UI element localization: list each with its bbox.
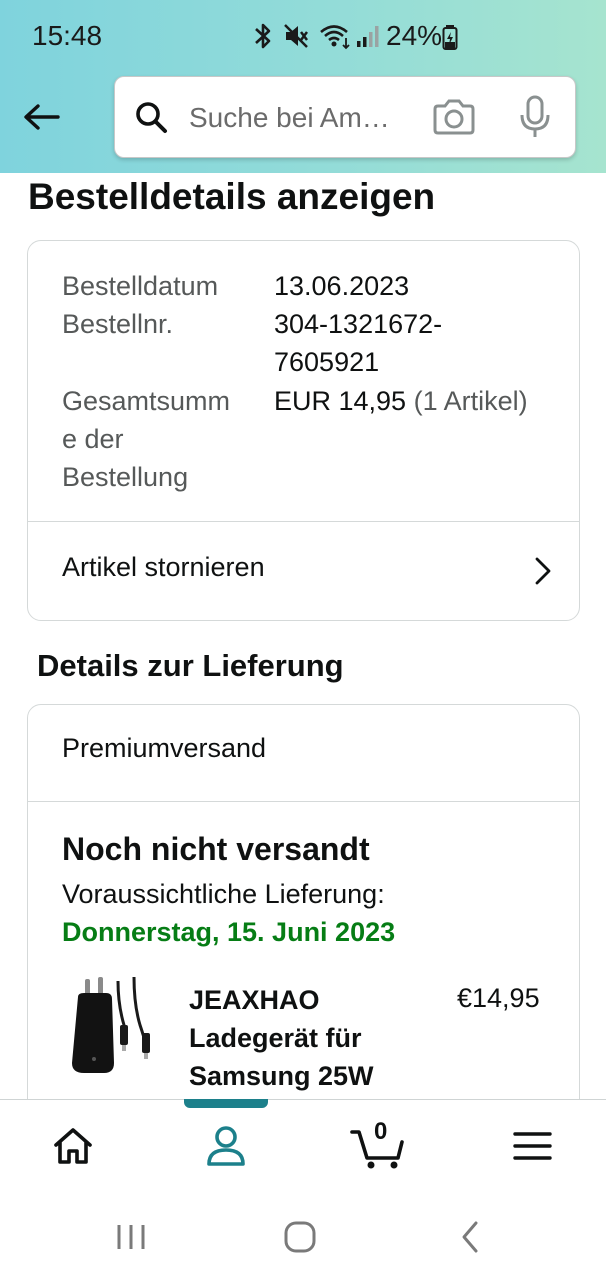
order-number-value-line2: 7605921 [274, 347, 380, 377]
cart-count: 0 [374, 1118, 388, 1145]
product-price: €14,95 [457, 983, 540, 1013]
home-icon [54, 1128, 92, 1164]
cancel-items-label: Artikel stornieren [62, 552, 265, 582]
order-number-value-line1: 304-1321672- [274, 309, 443, 339]
shipment-status: Noch nicht versandt [62, 831, 370, 867]
product-name[interactable]: JEAXHAO Ladegerät für Samsung 25W [189, 981, 419, 1095]
eta-label: Voraussichtliche Lieferung: [62, 879, 385, 909]
status-bar: 15:48 24% [0, 0, 606, 74]
bluetooth-icon [255, 23, 271, 49]
search-icon [136, 102, 167, 133]
active-tab-indicator [184, 1099, 268, 1108]
page-title: Bestelldetails anzeigen [28, 176, 436, 217]
status-icons: 24% [246, 18, 606, 54]
mute-icon [284, 24, 308, 48]
nav-cart[interactable]: 0 [348, 1118, 412, 1172]
order-total-value: EUR 14,95 (1 Artikel) [274, 382, 528, 420]
wifi-icon [320, 25, 350, 50]
nav-account[interactable] [196, 1120, 256, 1172]
system-back-icon[interactable] [452, 1217, 492, 1257]
product-name-line3: Samsung 25W [189, 1061, 374, 1091]
search-input[interactable] [187, 97, 419, 139]
camera-icon[interactable] [431, 97, 477, 137]
battery-icon [442, 25, 458, 50]
order-number-label: Bestellnr. [62, 309, 174, 339]
menu-icon [513, 1132, 552, 1160]
delivery-card: Premiumversand Noch nicht versandt Vorau… [27, 704, 580, 1126]
system-navigation-bar [0, 1191, 606, 1280]
order-total-items: (1 Artikel) [413, 386, 528, 416]
chevron-right-icon [535, 557, 551, 585]
account-icon [207, 1126, 245, 1166]
product-name-line2: Ladegerät für [189, 1023, 362, 1053]
search-bar[interactable] [114, 76, 576, 158]
order-date-label: Bestelldatum [62, 271, 219, 301]
cancel-items-button[interactable]: Artikel stornieren [28, 522, 579, 619]
shipping-method: Premiumversand [62, 733, 267, 763]
app-header: 15:48 24% Suche bei Am… [0, 0, 606, 173]
order-total-amount: EUR 14,95 [274, 386, 407, 416]
divider [28, 801, 579, 802]
product-name-line1: JEAXHAO [189, 985, 320, 1015]
order-total-label-line2: e der [62, 424, 124, 454]
order-total-label-line1: Gesamtsumm [62, 386, 231, 416]
product-image[interactable] [68, 975, 158, 1085]
delivery-section-title: Details zur Lieferung [37, 648, 344, 683]
signal-icon [357, 26, 379, 47]
order-date-value: 13.06.2023 [274, 271, 410, 301]
bottom-navigation: 0 [0, 1099, 606, 1192]
nav-home[interactable] [43, 1120, 103, 1172]
eta-date: Donnerstag, 15. Juni 2023 [62, 917, 396, 947]
home-button-icon[interactable] [280, 1217, 320, 1257]
microphone-icon[interactable] [519, 95, 551, 139]
back-arrow-icon[interactable] [18, 95, 66, 143]
status-time: 15:48 [32, 20, 103, 51]
recent-apps-icon[interactable] [111, 1217, 151, 1257]
nav-menu[interactable] [503, 1120, 563, 1172]
order-total-label-line3: Bestellung [62, 462, 189, 492]
order-summary-card: Bestelldatum 13.06.2023 Bestellnr. 304-1… [27, 240, 580, 621]
battery-percent: 24% [386, 20, 443, 51]
